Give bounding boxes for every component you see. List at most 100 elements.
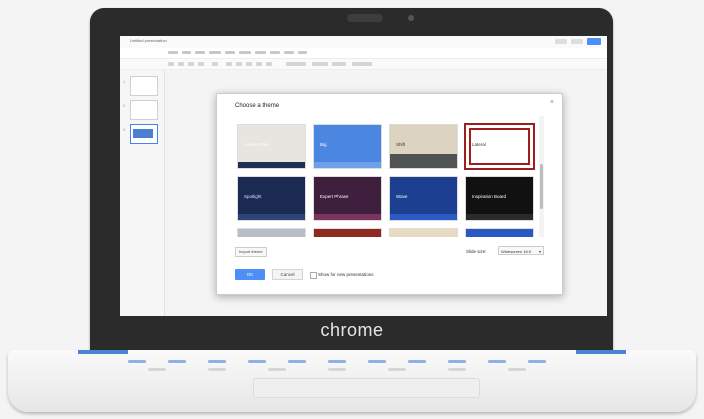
theme-option[interactable]: Wave: [389, 176, 458, 221]
key: [448, 360, 466, 363]
theme-option[interactable]: Inspiration Board: [465, 176, 534, 221]
slide-thumbnail[interactable]: [130, 100, 158, 120]
theme-option[interactable]: Lesson Plan: [237, 124, 306, 169]
slide-number: 3: [123, 127, 126, 132]
slide-thumbnail-selected[interactable]: [130, 124, 158, 144]
key: [268, 368, 286, 371]
theme-scrollbar[interactable]: [539, 116, 544, 237]
ok-button[interactable]: OK: [235, 269, 265, 280]
close-icon[interactable]: ×: [550, 99, 554, 106]
theme-accent: [390, 214, 457, 220]
theme-label: Wave: [396, 194, 408, 199]
theme-label: Big: [320, 142, 327, 147]
key: [208, 368, 226, 371]
background-button[interactable]: [286, 62, 306, 66]
present-button[interactable]: [571, 39, 583, 44]
key: [488, 360, 506, 363]
share-button[interactable]: [587, 38, 601, 45]
chrome-logo-text: chrome: [320, 320, 384, 340]
theme-option[interactable]: Woodcraft: [389, 228, 458, 237]
menu-arrange[interactable]: [255, 51, 266, 54]
theme-label: Lateral: [472, 142, 486, 147]
print-icon[interactable]: [198, 62, 204, 66]
theme-option[interactable]: [237, 228, 306, 237]
menu-view[interactable]: [195, 51, 205, 54]
redo-icon[interactable]: [188, 62, 194, 66]
theme-option[interactable]: [465, 228, 534, 237]
key: [208, 360, 226, 363]
webcam-icon: [347, 14, 383, 22]
theme-accent: [238, 214, 305, 220]
layout-button[interactable]: [312, 62, 328, 66]
theme-option[interactable]: [313, 228, 382, 237]
key: [168, 360, 186, 363]
textbox-icon[interactable]: [236, 62, 242, 66]
right-trim: [576, 350, 626, 354]
zoom-icon[interactable]: [212, 62, 218, 66]
theme-button[interactable]: [332, 62, 346, 66]
slide-size-label: Slide size:: [466, 249, 487, 254]
theme-label: Lesson Plan: [244, 142, 269, 147]
dialog-title: Choose a theme: [235, 103, 280, 109]
menu-bar: [120, 48, 607, 59]
key: [508, 368, 526, 371]
theme-accent: [466, 214, 533, 220]
theme-option[interactable]: Big: [313, 124, 382, 169]
laptop-screen: Untitled presentation 1 2 3 Choose a the…: [120, 36, 607, 316]
laptop-base: [8, 350, 696, 412]
theme-accent: [314, 162, 381, 168]
slide-size-value: Widescreen 16:9: [501, 249, 532, 254]
key: [128, 360, 146, 363]
theme-accent: [238, 162, 305, 168]
theme-accent: [314, 214, 381, 220]
theme-option[interactable]: Expert Phrase: [313, 176, 382, 221]
select-icon[interactable]: [226, 62, 232, 66]
key: [328, 368, 346, 371]
shape-icon[interactable]: [256, 62, 262, 66]
theme-option[interactable]: Spotlight: [237, 176, 306, 221]
key: [288, 360, 306, 363]
theme-option[interactable]: Lateral: [464, 123, 535, 170]
key: [328, 360, 346, 363]
theme-label: Spotlight: [244, 194, 262, 199]
theme-label: Expert Phrase: [320, 194, 349, 199]
menu-help[interactable]: [298, 51, 307, 54]
menu-file[interactable]: [168, 51, 178, 54]
key: [528, 360, 546, 363]
presentation-title[interactable]: Untitled presentation: [130, 38, 167, 43]
add-slide-icon[interactable]: [168, 62, 174, 66]
key: [368, 360, 386, 363]
comments-button[interactable]: [555, 39, 567, 44]
trackpad: [253, 378, 480, 398]
left-trim: [78, 350, 128, 354]
theme-dialog: Choose a theme × Lesson Plan Big Shift Late…: [216, 93, 563, 295]
scrollbar-thumb[interactable]: [540, 164, 543, 209]
key: [148, 368, 166, 371]
theme-option[interactable]: Shift: [389, 124, 458, 169]
slide-size-dropdown[interactable]: Widescreen 16:9 ▾: [498, 246, 544, 255]
line-icon[interactable]: [266, 62, 272, 66]
transition-button[interactable]: [352, 62, 372, 66]
menu-table[interactable]: [284, 51, 294, 54]
menu-tools[interactable]: [270, 51, 280, 54]
menu-edit[interactable]: [182, 51, 191, 54]
camera-indicator-icon: [408, 15, 414, 21]
image-icon[interactable]: [246, 62, 252, 66]
import-theme-button[interactable]: Import theme: [235, 247, 267, 257]
menu-insert[interactable]: [209, 51, 221, 54]
menu-format[interactable]: [239, 51, 251, 54]
toolbar: [120, 59, 607, 70]
slide-thumbnail[interactable]: [130, 76, 158, 96]
undo-icon[interactable]: [178, 62, 184, 66]
key: [388, 368, 406, 371]
key: [248, 360, 266, 363]
menu-slide[interactable]: [225, 51, 235, 54]
cancel-button[interactable]: Cancel: [272, 269, 303, 280]
show-for-new-checkbox[interactable]: [310, 272, 317, 279]
theme-label: Shift: [396, 142, 406, 147]
theme-grid: Lesson Plan Big Shift Lateral Spotlight Exper…: [237, 116, 537, 237]
key: [448, 368, 466, 371]
show-for-new-label: Show for new presentations: [318, 272, 374, 277]
slide-filmstrip: 1 2 3: [120, 70, 165, 316]
chevron-down-icon: ▾: [538, 249, 541, 254]
